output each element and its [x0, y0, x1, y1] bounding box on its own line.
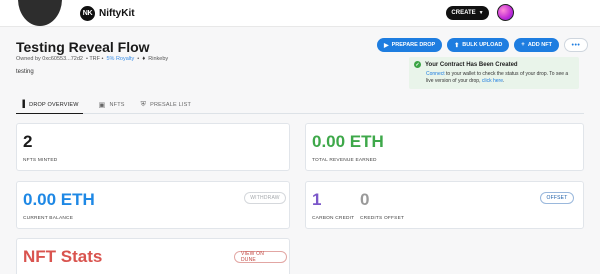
plus-icon: + — [521, 42, 525, 48]
user-avatar[interactable] — [497, 4, 514, 21]
credits-offset-value: 0 — [360, 190, 370, 209]
carbon-card: 1 CARBON CREDIT 0 CREDITS OFFSET OFFSET — [305, 181, 584, 229]
alert-text-2: . — [502, 78, 505, 84]
balance-value: 0.00 ETH — [23, 190, 95, 209]
more-options-button[interactable]: ••• — [563, 38, 588, 52]
alert-title: Your Contract Has Been Created — [425, 61, 518, 68]
nft-stats-title: NFT Stats — [23, 247, 103, 266]
withdraw-button[interactable]: WITHDRAW — [244, 192, 286, 204]
tab-label: NFTS — [109, 102, 125, 108]
create-button[interactable]: CREATE ▼ — [446, 6, 489, 20]
revenue-card: 0.00 ETH TOTAL REVENUE EARNED — [305, 123, 584, 171]
upload-icon: ⬆ — [454, 42, 460, 49]
collection-meta: Owned by 0xc60553...72d2 • TRF • 5% Roya… — [16, 56, 168, 62]
ethereum-icon: ♦ — [142, 56, 146, 62]
tab-label: PRESALE LIST — [150, 102, 192, 108]
top-nav: NK NiftyKit CREATE ▼ — [0, 0, 600, 27]
add-nft-button[interactable]: + ADD NFT — [514, 38, 559, 52]
play-icon: ▶ — [384, 42, 389, 49]
page-title: Testing Reveal Flow — [16, 39, 150, 55]
symbol-text: • TRF • — [85, 56, 104, 62]
meta-separator: • — [137, 56, 140, 62]
tab-bar: ▐ DROP OVERVIEW ▣ NFTS ⛨ PRESALE LIST — [16, 96, 584, 114]
tab-presale-list[interactable]: ⛨ PRESALE LIST — [141, 96, 191, 114]
bulk-upload-button[interactable]: ⬆ BULK UPLOAD — [447, 38, 510, 52]
tab-nfts[interactable]: ▣ NFTS — [99, 96, 125, 114]
collection-cover-image — [18, 0, 62, 26]
contract-created-alert: ✓ Your Contract Has Been Created Connect… — [409, 57, 579, 89]
logo-mark-icon: NK — [80, 6, 95, 21]
shield-check-icon: ⛨ — [140, 101, 147, 108]
revenue-caption: TOTAL REVENUE EARNED — [312, 158, 377, 163]
balance-card: 0.00 ETH CURRENT BALANCE WITHDRAW — [16, 181, 290, 229]
nfts-minted-value: 2 — [23, 132, 33, 151]
carbon-credit-caption: CARBON CREDIT — [312, 216, 355, 221]
tab-label: DROP OVERVIEW — [29, 101, 79, 108]
action-bar: ▶ PREPARE DROP ⬆ BULK UPLOAD + ADD NFT •… — [377, 38, 588, 52]
niftykit-logo[interactable]: NK NiftyKit — [80, 6, 135, 21]
credits-offset-caption: CREDITS OFFSET — [360, 216, 405, 221]
chevron-down-icon: ▼ — [478, 10, 484, 16]
carbon-credit-value: 1 — [312, 190, 322, 209]
create-button-label: CREATE — [451, 10, 476, 16]
tab-drop-overview[interactable]: ▐ DROP OVERVIEW — [16, 96, 83, 114]
alert-body: Connect to your wallet to check the stat… — [426, 71, 574, 85]
bar-chart-icon: ▐ — [20, 101, 26, 108]
click-here-link[interactable]: click here — [482, 78, 503, 84]
connect-link[interactable]: Connect — [426, 71, 445, 77]
network-text: Rinkeby — [148, 56, 169, 62]
nfts-minted-card: 2 NFTS MINTED — [16, 123, 290, 171]
owner-text: Owned by 0xc60553...72d2 — [16, 56, 83, 62]
logo-text: NiftyKit — [99, 8, 135, 19]
more-icon: ••• — [571, 41, 581, 49]
prepare-drop-label: PREPARE DROP — [391, 42, 436, 48]
prepare-drop-button[interactable]: ▶ PREPARE DROP — [377, 38, 443, 52]
royalty-link[interactable]: 5% Royalty — [106, 56, 134, 62]
revenue-value: 0.00 ETH — [312, 132, 384, 151]
view-on-dune-button[interactable]: VIEW ON DUNE — [234, 251, 287, 263]
alert-header: ✓ Your Contract Has Been Created — [414, 61, 574, 68]
nfts-minted-caption: NFTS MINTED — [23, 158, 58, 163]
bulk-upload-label: BULK UPLOAD — [462, 42, 503, 48]
check-circle-icon: ✓ — [414, 61, 421, 68]
image-icon: ▣ — [98, 102, 106, 109]
nft-stats-card: NFT Stats VIEW ON DUNE — [16, 238, 290, 274]
balance-caption: CURRENT BALANCE — [23, 216, 74, 221]
collection-description: testing — [16, 69, 34, 75]
add-nft-label: ADD NFT — [527, 42, 552, 48]
offset-button[interactable]: OFFSET — [540, 192, 574, 204]
